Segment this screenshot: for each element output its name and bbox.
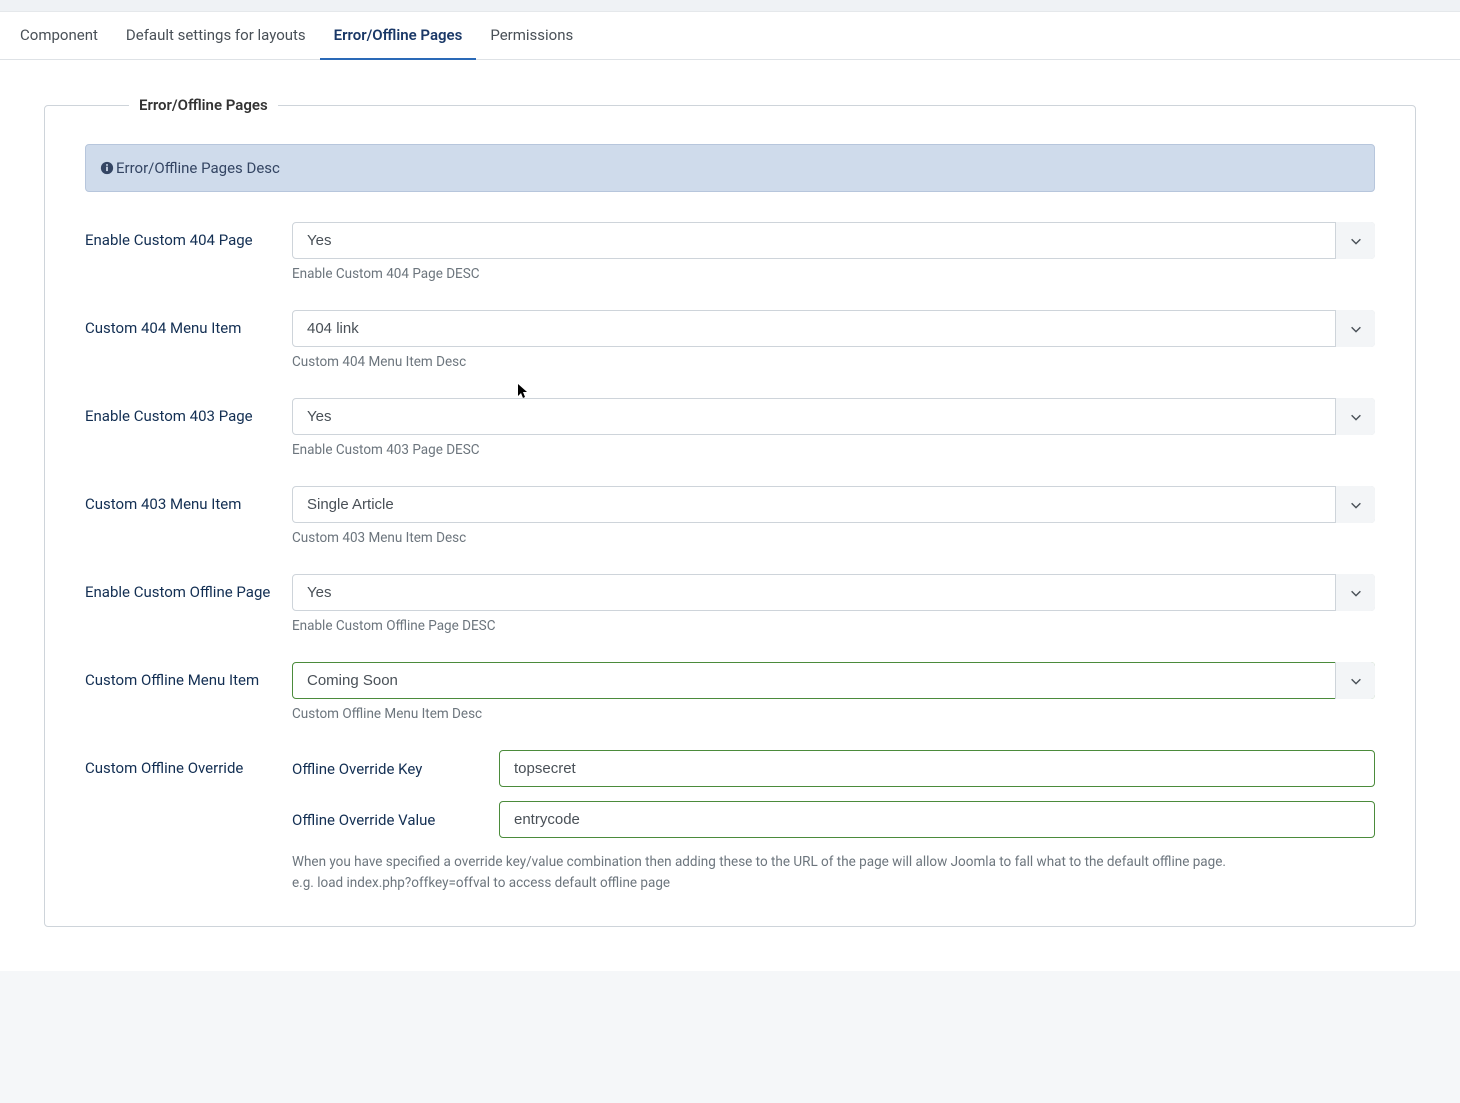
row-enable-offline: Enable Custom Offline Page Yes Enable Cu…: [85, 574, 1375, 634]
desc-enable-403: Enable Custom 403 Page DESC: [292, 442, 1375, 458]
tab-default-settings[interactable]: Default settings for layouts: [112, 12, 320, 60]
label-offline-override: Custom Offline Override: [85, 750, 292, 777]
select-enable-403[interactable]: Yes: [292, 398, 1375, 435]
row-offline-override-value: Offline Override Value: [292, 801, 1375, 838]
label-offline-override-key: Offline Override Key: [292, 760, 499, 778]
input-offline-override-value[interactable]: [499, 801, 1375, 838]
info-icon: [100, 161, 114, 175]
label-enable-offline: Enable Custom Offline Page: [85, 574, 292, 601]
row-custom-404-menu: Custom 404 Menu Item 404 link Custom 404…: [85, 310, 1375, 370]
select-enable-404-wrap: Yes: [292, 222, 1375, 259]
select-custom-404-menu-wrap: 404 link: [292, 310, 1375, 347]
label-custom-403-menu: Custom 403 Menu Item: [85, 486, 292, 513]
row-offline-override-key: Offline Override Key: [292, 750, 1375, 787]
select-custom-offline-menu[interactable]: Coming Soon: [292, 662, 1375, 699]
desc-custom-offline-menu: Custom Offline Menu Item Desc: [292, 706, 1375, 722]
row-custom-offline-menu: Custom Offline Menu Item Coming Soon Cus…: [85, 662, 1375, 722]
label-enable-403: Enable Custom 403 Page: [85, 398, 292, 425]
desc-enable-404: Enable Custom 404 Page DESC: [292, 266, 1375, 282]
row-enable-404: Enable Custom 404 Page Yes Enable Custom…: [85, 222, 1375, 282]
row-enable-403: Enable Custom 403 Page Yes Enable Custom…: [85, 398, 1375, 458]
content-area: Error/Offline Pages Error/Offline Pages …: [0, 60, 1460, 971]
row-offline-override: Custom Offline Override Offline Override…: [85, 750, 1375, 894]
select-custom-403-menu-wrap: Single Article: [292, 486, 1375, 523]
select-custom-403-menu[interactable]: Single Article: [292, 486, 1375, 523]
select-enable-404[interactable]: Yes: [292, 222, 1375, 259]
select-custom-offline-menu-wrap: Coming Soon: [292, 662, 1375, 699]
tab-error-offline[interactable]: Error/Offline Pages: [320, 12, 477, 60]
desc-custom-404-menu: Custom 404 Menu Item Desc: [292, 354, 1375, 370]
row-custom-403-menu: Custom 403 Menu Item Single Article Cust…: [85, 486, 1375, 546]
label-custom-offline-menu: Custom Offline Menu Item: [85, 662, 292, 689]
label-enable-404: Enable Custom 404 Page: [85, 222, 292, 249]
tab-component[interactable]: Component: [6, 12, 112, 60]
error-offline-fieldset: Error/Offline Pages Error/Offline Pages …: [44, 96, 1416, 927]
fieldset-legend: Error/Offline Pages: [129, 96, 278, 114]
top-strip: [0, 0, 1460, 12]
offline-override-note: When you have specified a override key/v…: [292, 852, 1375, 894]
label-offline-override-value: Offline Override Value: [292, 811, 499, 829]
select-enable-403-wrap: Yes: [292, 398, 1375, 435]
select-enable-offline[interactable]: Yes: [292, 574, 1375, 611]
tabs-bar: Component Default settings for layouts E…: [0, 12, 1460, 60]
label-custom-404-menu: Custom 404 Menu Item: [85, 310, 292, 337]
select-custom-404-menu[interactable]: 404 link: [292, 310, 1375, 347]
input-offline-override-key[interactable]: [499, 750, 1375, 787]
alert-desc: Error/Offline Pages Desc: [85, 144, 1375, 192]
select-enable-offline-wrap: Yes: [292, 574, 1375, 611]
tab-permissions[interactable]: Permissions: [476, 12, 587, 60]
desc-enable-offline: Enable Custom Offline Page DESC: [292, 618, 1375, 634]
alert-text: Error/Offline Pages Desc: [116, 159, 280, 177]
desc-custom-403-menu: Custom 403 Menu Item Desc: [292, 530, 1375, 546]
